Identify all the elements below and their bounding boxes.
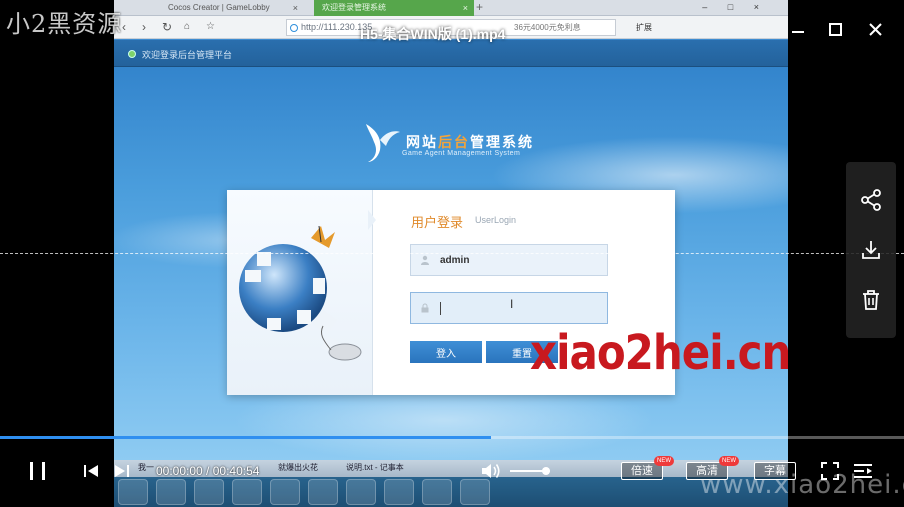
username-field[interactable]: admin [410,244,608,276]
next-icon[interactable] [113,462,131,480]
side-action-panel [846,162,896,338]
username-value: admin [440,255,470,266]
download-icon[interactable] [859,238,883,262]
welcome-bar: 欢迎登录后台管理平台 [114,40,788,67]
corner-watermark: 小2黑资源 [6,10,123,38]
playback-time: 00:00:00 / 00:40:54 [156,464,259,478]
share-icon[interactable] [859,188,883,212]
refresh-icon: ↻ [162,20,173,34]
browser-window-controls-icon: – □ × [702,2,768,12]
search-hint: 36元4000元免利息 [514,23,581,32]
logo-title-part: 管理系统 [470,134,534,150]
login-title: 用户登录 [411,215,464,230]
trash-icon[interactable] [859,288,883,312]
back-icon: ‹ [122,20,126,34]
browser-tab-label: 欢迎登录管理系统 [322,3,386,12]
pause-icon[interactable] [26,460,50,482]
password-field[interactable]: I [410,292,608,324]
site-logo: 网站后台管理系统 Game Agent Management System [362,120,552,165]
red-watermark: xiao2hei.cn [530,324,788,381]
browser-tab-label: Cocos Creator | GameLobby [168,3,270,12]
volume-slider[interactable] [510,467,550,475]
close-icon[interactable] [863,18,887,42]
home-icon: ⌂ [184,21,191,32]
new-badge: NEW [719,456,739,466]
previous-icon[interactable] [82,462,100,480]
login-subtitle: UserLogin [475,215,517,225]
extension-label: 扩展 [636,23,652,32]
time-total: 00:40:54 [212,464,260,478]
bird-logo-icon [366,124,400,162]
volume-knob[interactable] [542,467,550,475]
card-pointer [368,210,376,230]
puzzle-globe-icon [239,225,362,361]
time-current: 00:00:00 [156,464,203,478]
volume-icon[interactable] [480,461,502,481]
new-badge: NEW [654,456,674,466]
text-caret [440,302,441,315]
ibeam-cursor-icon: I [510,297,514,311]
progress-fill [0,436,491,439]
maximize-icon[interactable] [823,18,847,42]
browser-tab-cocos: Cocos Creator | GameLobby × [160,0,304,16]
login-button[interactable]: 登入 [410,341,482,363]
user-icon [421,255,429,265]
progress-bar[interactable] [0,436,904,439]
logo-title-part: 网站 [406,134,438,150]
volume-fill [510,470,546,472]
status-dot-icon [128,50,136,58]
logo-title-part: 后台 [438,134,470,150]
browser-tab-strip: Cocos Creator | GameLobby × 欢迎登录管理系统 × +… [114,0,788,16]
time-separator: / [202,464,213,478]
globe-icon [290,24,298,32]
login-illustration [227,190,373,395]
speed-label: 倍速 [631,465,653,477]
tab-close-icon: × [462,3,468,13]
browser-tab-login: 欢迎登录管理系统 × [314,0,474,16]
speed-button[interactable]: 倍速 NEW [621,456,674,480]
video-title: H5-集合WIN版 (1).mp4 [360,26,506,42]
forward-icon: › [142,20,146,34]
bottom-watermark: www.xiao2hei.cn [700,470,904,500]
star-icon: ☆ [206,21,215,32]
new-tab-icon: + [476,0,484,14]
tab-close-icon: × [292,3,298,13]
logo-subtitle: Game Agent Management System [402,150,521,157]
guide-line [0,253,904,254]
login-page: 欢迎登录后台管理平台 网站后台管理系统 Game Agent Managemen… [114,40,788,460]
lock-icon [421,303,429,313]
welcome-text: 欢迎登录后台管理平台 [142,50,233,60]
minimize-icon[interactable] [786,18,810,42]
logo-title: 网站后台管理系统 [406,132,534,152]
